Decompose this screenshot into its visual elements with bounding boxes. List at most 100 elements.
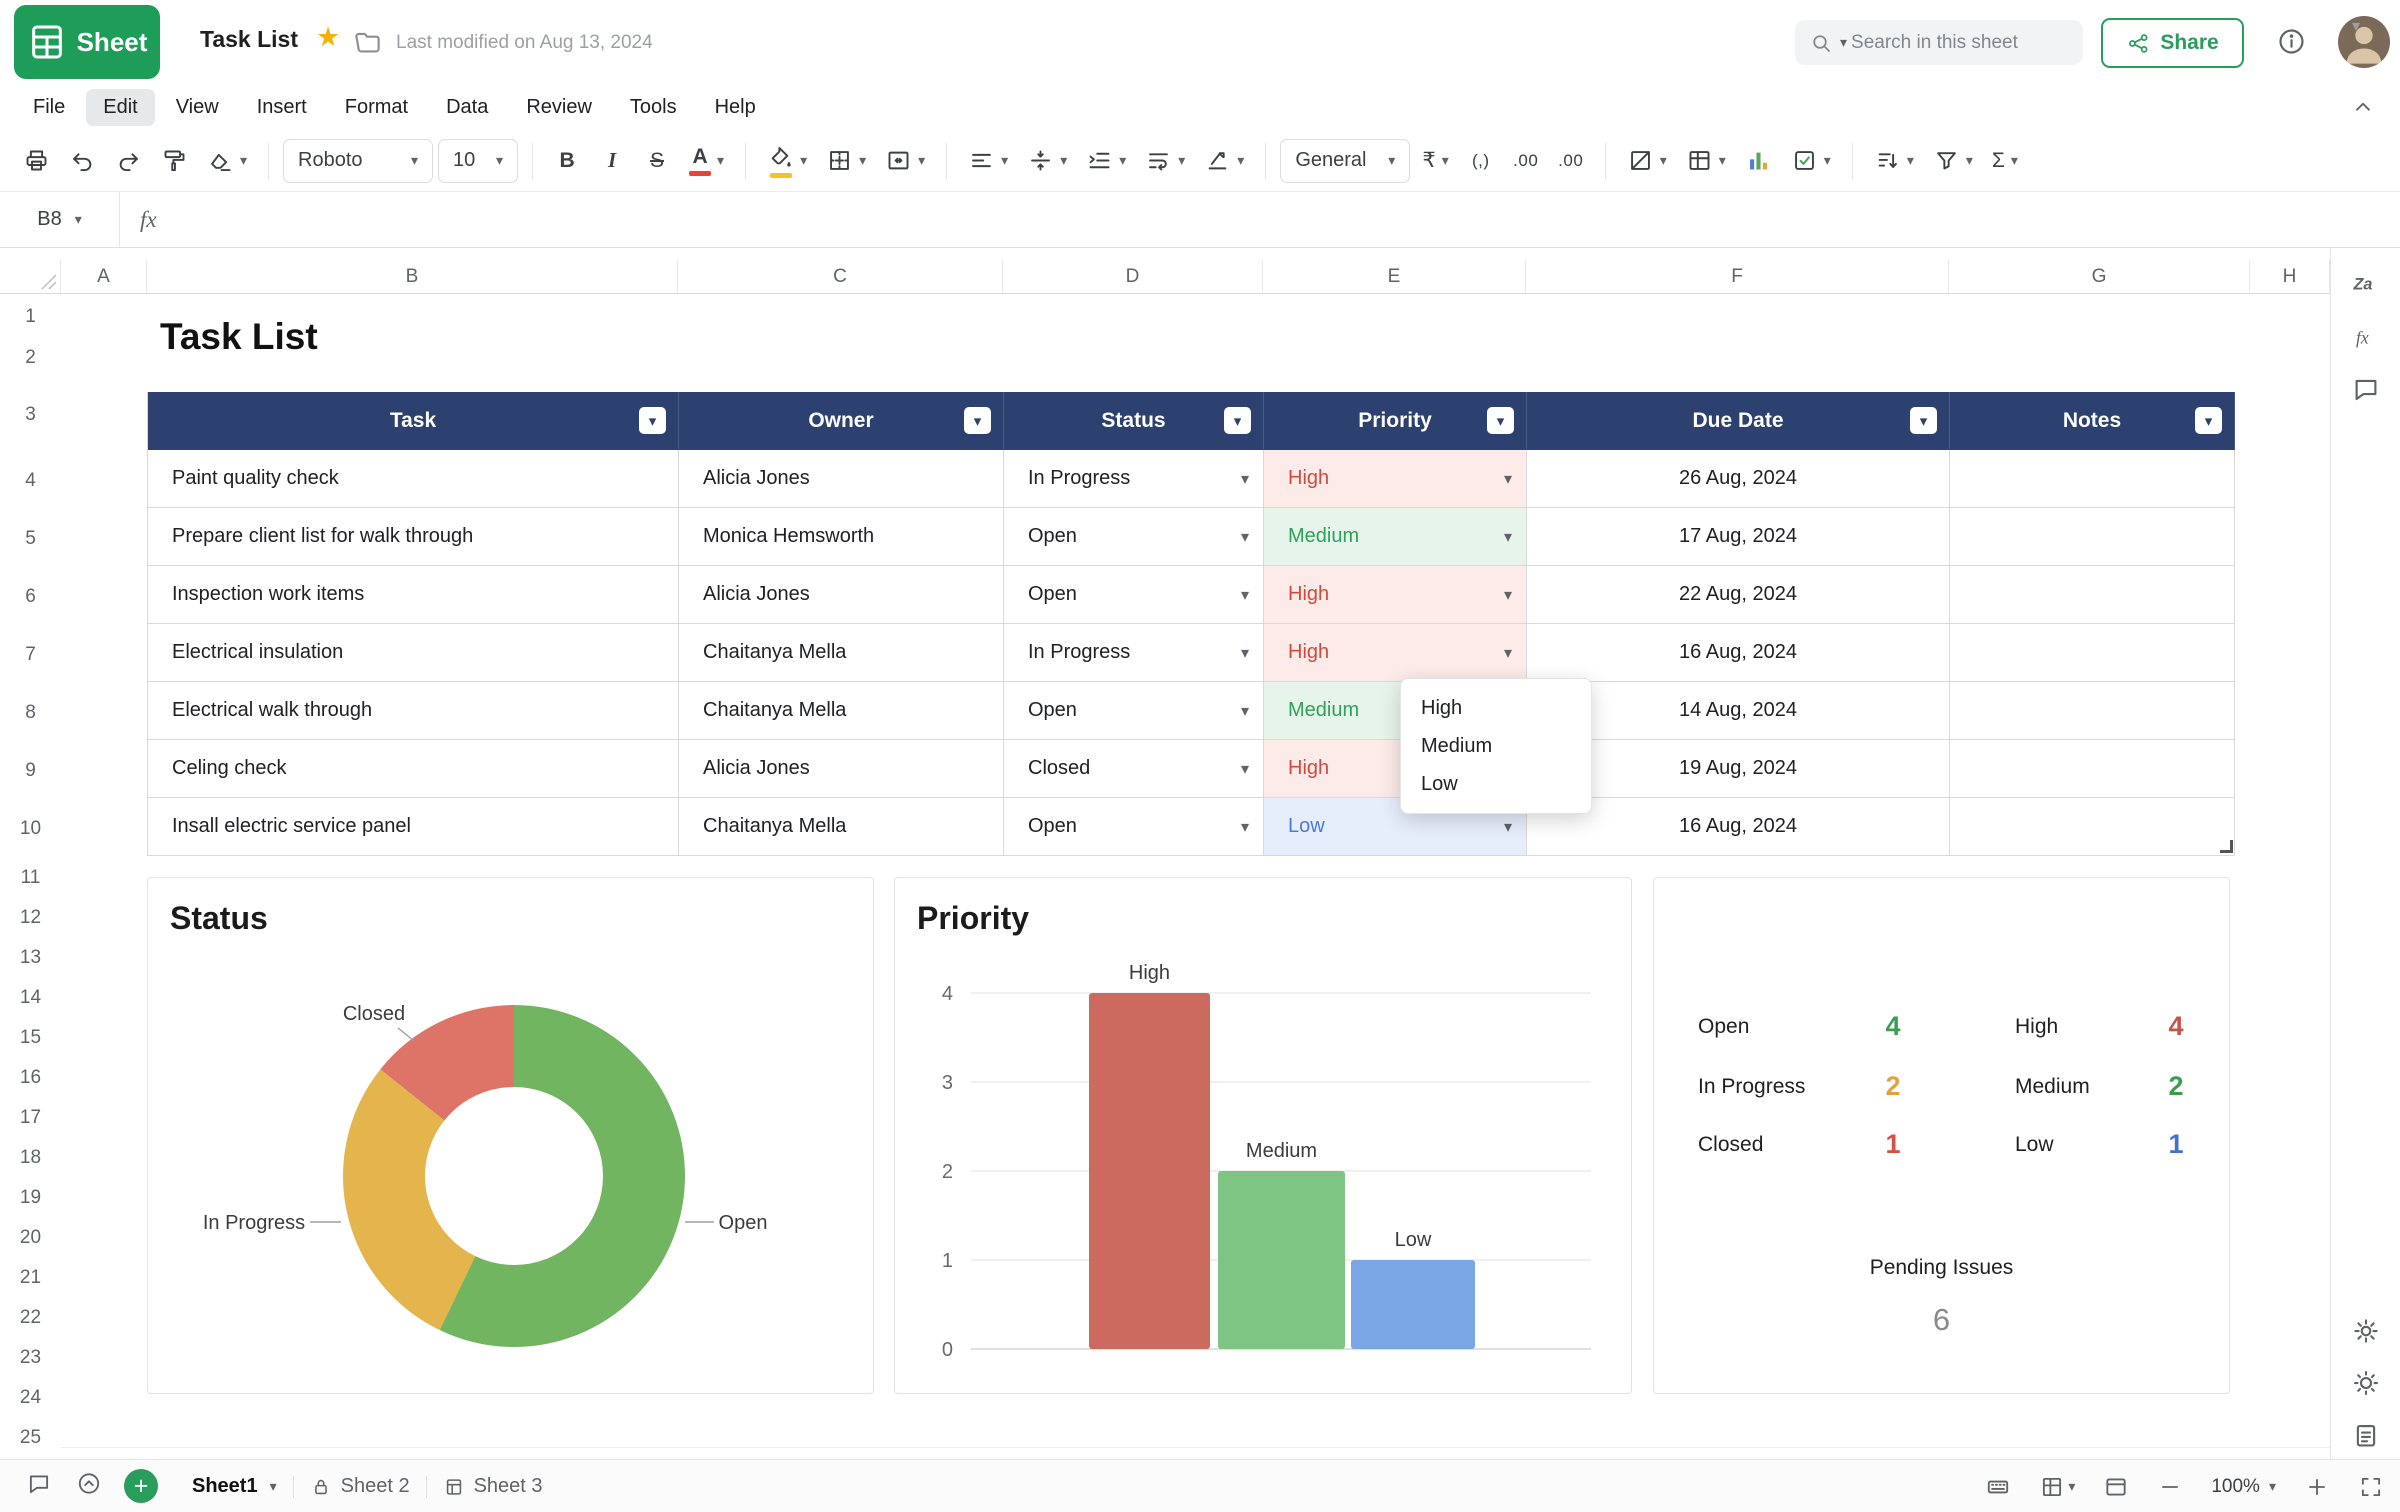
cell-status[interactable]: In Progress▾ bbox=[1004, 624, 1264, 682]
cell-owner[interactable]: Alicia Jones bbox=[679, 740, 1004, 798]
filter-button[interactable]: ▾ bbox=[1926, 139, 1980, 183]
cell-task[interactable]: Celing check bbox=[148, 740, 679, 798]
cell-task[interactable]: Electrical walk through bbox=[148, 682, 679, 740]
priority-dropdown-icon[interactable]: ▾ bbox=[1504, 585, 1512, 605]
row-header-19[interactable]: 19 bbox=[0, 1178, 61, 1218]
sort-button[interactable]: ▾ bbox=[1867, 139, 1921, 183]
fill-color-button[interactable]: ▾ bbox=[760, 139, 814, 183]
table-header-priority[interactable]: Priority▾ bbox=[1264, 392, 1527, 450]
menu-edit[interactable]: Edit bbox=[86, 89, 154, 126]
cell-task[interactable]: Inspection work items bbox=[148, 566, 679, 624]
row-header-20[interactable]: 20 bbox=[0, 1218, 61, 1258]
cell-status[interactable]: In Progress▾ bbox=[1004, 450, 1264, 508]
filter-icon[interactable]: ▾ bbox=[1910, 407, 1937, 434]
table-header-owner[interactable]: Owner▾ bbox=[679, 392, 1004, 450]
cell-notes[interactable] bbox=[1950, 566, 2235, 624]
favorite-star-icon[interactable]: ★ bbox=[316, 24, 340, 51]
cell-owner[interactable]: Chaitanya Mella bbox=[679, 624, 1004, 682]
table-resize-handle[interactable] bbox=[2220, 840, 2233, 853]
formula-input[interactable] bbox=[177, 192, 2400, 247]
keyboard-shortcuts-button[interactable] bbox=[1985, 1474, 2011, 1500]
settings-button[interactable] bbox=[2351, 1316, 2381, 1351]
italic-button[interactable]: I bbox=[592, 139, 632, 183]
cell-priority[interactable]: High▾ bbox=[1264, 624, 1527, 682]
vertical-align-button[interactable]: ▾ bbox=[1020, 139, 1074, 183]
horizontal-align-button[interactable]: ▾ bbox=[961, 139, 1015, 183]
filter-icon[interactable]: ▾ bbox=[2195, 407, 2222, 434]
decrease-decimal-button[interactable]: .00 bbox=[1506, 139, 1546, 183]
info-button[interactable] bbox=[2276, 26, 2307, 62]
menu-view[interactable]: View bbox=[159, 89, 236, 126]
split-view-button[interactable] bbox=[2103, 1474, 2129, 1500]
fullscreen-button[interactable] bbox=[2358, 1474, 2384, 1500]
tab-menu-icon[interactable]: ▾ bbox=[270, 1478, 277, 1495]
zoom-out-button[interactable] bbox=[2157, 1474, 2183, 1500]
format-painter-button[interactable] bbox=[154, 139, 195, 183]
cell-task[interactable]: Prepare client list for walk through bbox=[148, 508, 679, 566]
search-input[interactable] bbox=[1851, 32, 2096, 54]
filter-icon[interactable]: ▾ bbox=[1487, 407, 1514, 434]
status-dropdown-icon[interactable]: ▾ bbox=[1241, 527, 1249, 547]
status-dropdown-icon[interactable]: ▾ bbox=[1241, 817, 1249, 837]
cell-notes[interactable] bbox=[1950, 682, 2235, 740]
row-header-13[interactable]: 13 bbox=[0, 938, 61, 978]
status-chart-panel[interactable]: Status OpenIn ProgressClosed bbox=[147, 877, 874, 1394]
sheet-tab-sheet-3[interactable]: Sheet 3 bbox=[427, 1460, 559, 1512]
cell-due-date[interactable]: 16 Aug, 2024 bbox=[1527, 624, 1950, 682]
priority-dropdown-icon[interactable]: ▾ bbox=[1504, 469, 1512, 489]
strikethrough-button[interactable]: S bbox=[637, 139, 677, 183]
row-header-21[interactable]: 21 bbox=[0, 1258, 61, 1298]
table-header-due-date[interactable]: Due Date▾ bbox=[1527, 392, 1950, 450]
row-header-8[interactable]: 8 bbox=[0, 684, 61, 742]
menu-help[interactable]: Help bbox=[698, 89, 773, 126]
column-header-C[interactable]: C bbox=[678, 260, 1003, 293]
table-header-status[interactable]: Status▾ bbox=[1004, 392, 1264, 450]
insert-checkbox-button[interactable]: ▾ bbox=[1784, 139, 1838, 183]
status-dropdown-icon[interactable]: ▾ bbox=[1241, 469, 1249, 489]
sheet-title-cell[interactable]: Task List bbox=[160, 316, 318, 358]
cell-task[interactable]: Paint quality check bbox=[148, 450, 679, 508]
number-format-select[interactable]: General▾ bbox=[1280, 139, 1410, 183]
sum-button[interactable]: Σ▾ bbox=[1985, 139, 2025, 183]
row-header-3[interactable]: 3 bbox=[0, 378, 61, 452]
status-dropdown-icon[interactable]: ▾ bbox=[1241, 643, 1249, 663]
row-header-12[interactable]: 12 bbox=[0, 898, 61, 938]
column-header-A[interactable]: A bbox=[61, 260, 147, 293]
increase-decimal-button[interactable]: .00 bbox=[1551, 139, 1591, 183]
filter-icon[interactable]: ▾ bbox=[964, 407, 991, 434]
row-header-15[interactable]: 15 bbox=[0, 1018, 61, 1058]
cell-due-date[interactable]: 26 Aug, 2024 bbox=[1527, 450, 1950, 508]
conditional-format-button[interactable]: ▾ bbox=[1620, 139, 1674, 183]
wrap-text-button[interactable]: ▾ bbox=[1138, 139, 1192, 183]
menu-format[interactable]: Format bbox=[328, 89, 425, 126]
cell-priority[interactable]: Medium▾ bbox=[1264, 508, 1527, 566]
row-header-24[interactable]: 24 bbox=[0, 1378, 61, 1418]
select-all-corner[interactable] bbox=[0, 260, 61, 293]
folder-icon[interactable] bbox=[352, 27, 382, 62]
filter-icon[interactable]: ▾ bbox=[1224, 407, 1251, 434]
clear-format-button[interactable]: ▾ bbox=[200, 139, 254, 183]
row-header-9[interactable]: 9 bbox=[0, 742, 61, 800]
row-header-18[interactable]: 18 bbox=[0, 1138, 61, 1178]
menu-insert[interactable]: Insert bbox=[240, 89, 324, 126]
dropdown-option-low[interactable]: Low bbox=[1401, 765, 1591, 803]
cell-priority[interactable]: High▾ bbox=[1264, 450, 1527, 508]
text-color-button[interactable]: A▾ bbox=[682, 139, 731, 183]
row-header-2[interactable]: 2 bbox=[0, 337, 61, 378]
sheet-search[interactable]: ▾ bbox=[1795, 20, 2083, 65]
zoom-level-select[interactable]: 100%▾ bbox=[2211, 1476, 2276, 1498]
row-header-6[interactable]: 6 bbox=[0, 568, 61, 626]
comma-format-button[interactable]: (,) bbox=[1461, 139, 1501, 183]
row-header-7[interactable]: 7 bbox=[0, 626, 61, 684]
menu-data[interactable]: Data bbox=[429, 89, 505, 126]
cell-status[interactable]: Closed▾ bbox=[1004, 740, 1264, 798]
row-header-22[interactable]: 22 bbox=[0, 1298, 61, 1338]
priority-dropdown-icon[interactable]: ▾ bbox=[1504, 817, 1512, 837]
cell-reference-box[interactable]: B8 ▾ bbox=[0, 192, 120, 247]
cell-notes[interactable] bbox=[1950, 624, 2235, 682]
document-title[interactable]: Task List bbox=[200, 26, 298, 53]
filter-icon[interactable]: ▾ bbox=[639, 407, 666, 434]
cell-owner[interactable]: Monica Hemsworth bbox=[679, 508, 1004, 566]
status-dropdown-icon[interactable]: ▾ bbox=[1241, 759, 1249, 779]
row-header-4[interactable]: 4 bbox=[0, 452, 61, 510]
